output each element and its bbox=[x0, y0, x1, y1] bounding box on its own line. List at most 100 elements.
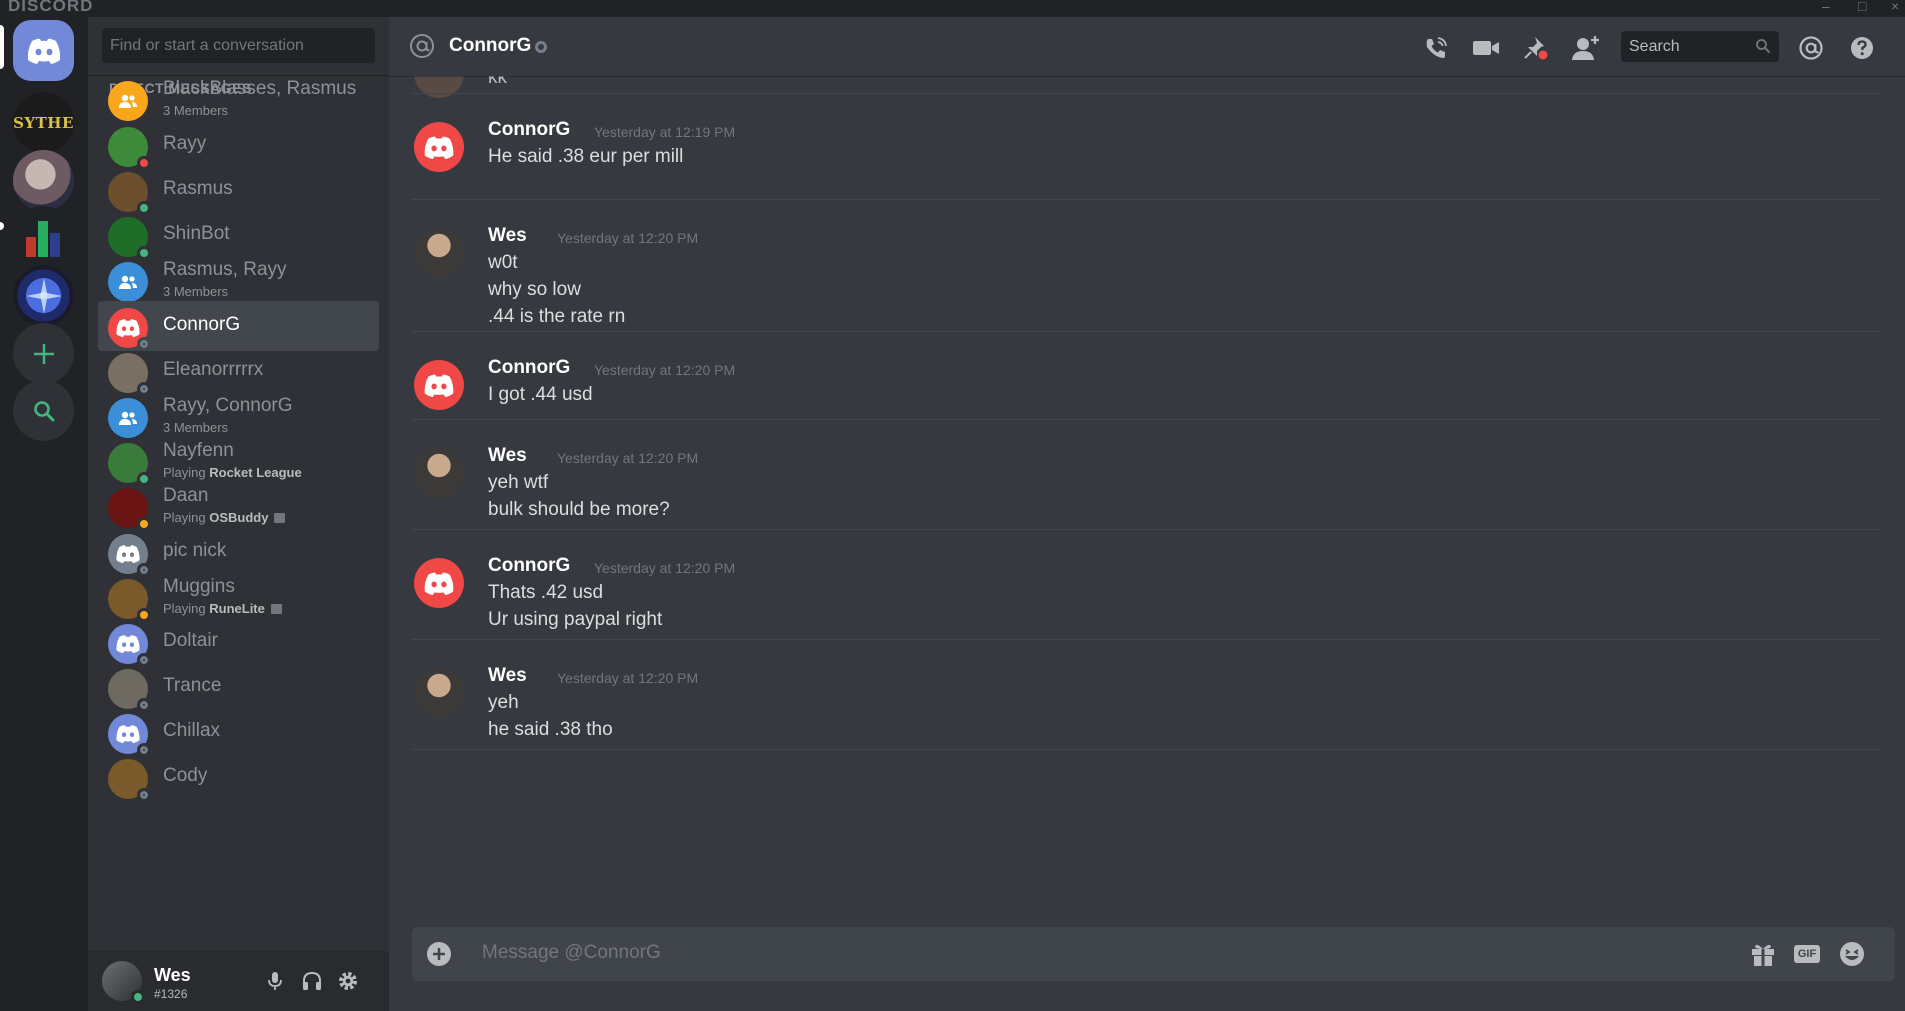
discord-default-avatar-icon bbox=[116, 725, 140, 744]
avatar bbox=[108, 353, 151, 396]
mute-button[interactable] bbox=[263, 969, 287, 993]
dm-item[interactable]: Doltair bbox=[98, 617, 379, 667]
minimize-button[interactable]: – bbox=[1822, 0, 1830, 14]
activity-prefix: Playing bbox=[163, 465, 210, 480]
dm-item[interactable]: ConnorG bbox=[98, 301, 379, 351]
dm-item[interactable]: Nayfenn Playing Rocket League bbox=[98, 436, 379, 486]
add-server-button[interactable] bbox=[13, 323, 74, 384]
plus-icon bbox=[33, 343, 54, 364]
server-discovery-button[interactable] bbox=[13, 380, 74, 441]
avatar bbox=[108, 81, 148, 121]
help-button[interactable] bbox=[1847, 33, 1877, 63]
avatar[interactable] bbox=[414, 558, 464, 608]
message-timestamp: Yesterday at 12:20 PM bbox=[594, 362, 736, 378]
dm-item[interactable]: BlackBlasses, Rasmus 3 Members bbox=[98, 74, 379, 124]
gift-icon bbox=[1752, 944, 1774, 966]
pinned-messages-button[interactable] bbox=[1521, 33, 1551, 63]
maximize-button[interactable]: □ bbox=[1858, 0, 1866, 14]
message-input[interactable]: Message @ConnorG bbox=[482, 942, 661, 964]
avatar[interactable] bbox=[414, 448, 464, 498]
dm-item[interactable]: Rayy bbox=[98, 120, 379, 170]
dm-search-input[interactable]: Find or start a conversation bbox=[102, 28, 375, 63]
activity-game: OSBuddy bbox=[209, 510, 269, 525]
bar-chart-logo-icon bbox=[25, 220, 60, 257]
message-group: Wes Yesterday at 12:20 PM yeh wtf bulk shou… bbox=[412, 419, 1882, 529]
gif-picker-button[interactable]: GIF bbox=[1792, 940, 1822, 968]
dm-item[interactable]: ShinBot bbox=[98, 210, 379, 260]
status-offline-indicator bbox=[535, 41, 547, 53]
message-text: yeh wtf bbox=[488, 472, 549, 493]
message-text: Thats .42 usd bbox=[488, 582, 604, 603]
start-voice-call-button[interactable] bbox=[1421, 33, 1451, 63]
message-author[interactable]: ConnorG bbox=[488, 555, 570, 577]
discord-default-avatar-icon bbox=[116, 319, 140, 338]
dm-item[interactable]: Eleanorrrrrx bbox=[98, 346, 379, 396]
close-button[interactable]: × bbox=[1891, 0, 1899, 14]
upload-button[interactable] bbox=[425, 940, 453, 968]
dm-item[interactable]: pic nick bbox=[98, 527, 379, 577]
header-search-input[interactable]: Search bbox=[1621, 31, 1779, 62]
gif-icon: GIF bbox=[1793, 945, 1821, 963]
headphones-icon bbox=[303, 971, 321, 990]
dm-item[interactable]: Chillax bbox=[98, 707, 379, 757]
dm-item[interactable]: Trance bbox=[98, 662, 379, 712]
start-video-call-button[interactable] bbox=[1471, 33, 1501, 63]
dm-item[interactable]: Daan Playing OSBuddy bbox=[98, 481, 379, 531]
dm-name: Chillax bbox=[163, 720, 221, 741]
dm-item[interactable]: Muggins Playing RuneLite bbox=[98, 572, 379, 622]
message-author[interactable]: ConnorG bbox=[488, 357, 570, 379]
message-author[interactable]: Wes bbox=[488, 665, 527, 687]
send-gift-button[interactable] bbox=[1748, 940, 1778, 968]
message-group: ConnorG Yesterday at 12:19 PM He said .38 … bbox=[412, 93, 1882, 199]
dm-item[interactable]: Cody bbox=[98, 752, 379, 802]
dm-name: Daan bbox=[163, 485, 209, 506]
chat-header: ConnorG Search bbox=[389, 17, 1905, 76]
avatar bbox=[108, 308, 151, 351]
dm-name: Eleanorrrrrx bbox=[163, 359, 264, 380]
server-chart[interactable] bbox=[13, 206, 74, 267]
avatar[interactable] bbox=[414, 228, 464, 278]
deafen-button[interactable] bbox=[300, 969, 324, 993]
add-friend-to-dm-button[interactable] bbox=[1571, 33, 1601, 63]
avatar bbox=[108, 127, 151, 170]
video-icon bbox=[1473, 41, 1499, 55]
dm-name: Rasmus bbox=[163, 178, 233, 199]
home-button[interactable] bbox=[13, 20, 74, 81]
dm-item[interactable]: Rayy, ConnorG 3 Members bbox=[98, 391, 379, 441]
at-sign-icon bbox=[410, 34, 434, 58]
app-brand: DISCORD bbox=[8, 0, 94, 15]
activity-prefix: Playing bbox=[163, 510, 210, 525]
message-text: he said .38 tho bbox=[488, 719, 613, 740]
avatar[interactable] bbox=[414, 122, 464, 172]
dm-name: Rasmus, Rayy bbox=[163, 259, 287, 280]
message-text: kk bbox=[488, 76, 507, 88]
avatar bbox=[108, 714, 151, 757]
avatar bbox=[108, 398, 148, 438]
message-composer: Message @ConnorG GIF bbox=[412, 927, 1895, 981]
message-text: yeh bbox=[488, 692, 519, 713]
message-group: ConnorG Yesterday at 12:20 PM Thats .42 us… bbox=[412, 529, 1882, 639]
user-settings-button[interactable] bbox=[336, 969, 360, 993]
avatar[interactable] bbox=[414, 668, 464, 718]
message-group: Wes Yesterday at 12:20 PM w0t why so low .44… bbox=[412, 199, 1882, 331]
mentions-button[interactable] bbox=[1796, 33, 1826, 63]
message-author[interactable]: Wes bbox=[488, 445, 527, 467]
microphone-icon bbox=[268, 972, 282, 990]
server-compass[interactable] bbox=[13, 265, 74, 326]
message-author[interactable]: ConnorG bbox=[488, 119, 570, 141]
server-sythe[interactable]: SYTHE bbox=[13, 92, 74, 153]
server-avatar-2[interactable] bbox=[13, 150, 74, 211]
emoji-picker-button[interactable] bbox=[1837, 940, 1867, 968]
dm-item[interactable]: Rasmus bbox=[98, 165, 379, 215]
dm-member-count: 3 Members bbox=[163, 103, 229, 118]
avatar bbox=[108, 262, 148, 302]
avatar[interactable] bbox=[102, 961, 145, 1004]
plus-circle-icon bbox=[427, 942, 451, 966]
message-author[interactable]: Wes bbox=[488, 225, 527, 247]
selected-indicator bbox=[0, 25, 4, 69]
message-group: ConnorG Yesterday at 12:20 PM I got .44 us… bbox=[412, 331, 1882, 419]
discord-default-avatar-icon bbox=[424, 572, 454, 595]
avatar[interactable] bbox=[414, 360, 464, 410]
dm-item[interactable]: Rasmus, Rayy 3 Members bbox=[98, 255, 379, 305]
phone-call-icon bbox=[1426, 37, 1447, 58]
